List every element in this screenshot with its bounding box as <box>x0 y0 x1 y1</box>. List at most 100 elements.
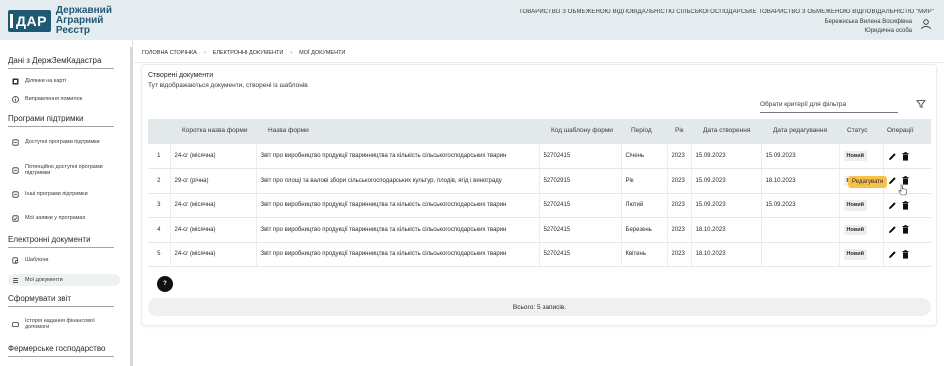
col-number <box>148 119 170 144</box>
delete-trash-icon[interactable] <box>902 249 909 259</box>
table-row[interactable]: 5 24-сг (місячна) Звіт про виробництво про… <box>148 242 931 267</box>
cell-period: Січень <box>620 144 667 169</box>
search-document-icon <box>11 256 19 264</box>
col-edited[interactable]: Дата редагування <box>761 119 839 144</box>
col-status[interactable]: Статус <box>839 119 883 144</box>
sidebar-item-label: Історія надання фінансової допомоги <box>25 318 95 330</box>
organization-name: ТОВАРИСТВО З ОБМЕЖЕНОЮ ВІДПОВІДАЛЬНІСТЮ … <box>518 9 934 15</box>
sidebar-item-fix-errors[interactable]: Виправлення помилок <box>8 95 120 103</box>
breadcrumb-separator: › <box>290 50 293 56</box>
sidebar-item-potential-programs[interactable]: Потенційно доступні програми підтримки <box>8 164 120 176</box>
col-created[interactable]: Дата створення <box>691 119 761 144</box>
cell-template-code: 52702915 <box>538 168 621 193</box>
cell-created: 15.09.2023 <box>690 168 761 193</box>
sidebar-item-my-applications[interactable]: Мої заявки у програмах <box>8 214 120 222</box>
table-row[interactable]: 4 24-сг (місячна) Звіт про виробництво про… <box>148 217 931 242</box>
cell-status: Новий <box>838 144 883 169</box>
delete-trash-icon[interactable] <box>902 151 909 161</box>
breadcrumb: ГОЛОВНА СТОРІНКА › ЕЛЕКТРОННІ ДОКУМЕНТИ … <box>142 50 345 56</box>
sidebar-item-financial-help-history[interactable]: Історія надання фінансової допомоги <box>8 318 120 330</box>
page-title: Створені документи <box>148 72 214 79</box>
sidebar-section-dzk[interactable]: Дані з ДержЗемКадастра <box>8 56 101 65</box>
breadcrumb-edocs[interactable]: ЕЛЕКТРОННІ ДОКУМЕНТИ <box>213 50 284 56</box>
cell-operations <box>882 193 931 218</box>
col-operations: Операції <box>887 127 914 135</box>
wallet-icon <box>11 320 19 328</box>
cell-form-name: Звіт про виробництво продукції тваринниц… <box>255 193 539 218</box>
cell-year: 2023 <box>666 144 691 169</box>
col-period[interactable]: Період <box>621 119 667 144</box>
cell-edited <box>760 217 839 242</box>
filter-icon[interactable] <box>916 99 926 109</box>
cell-short-name: 24-сг (місячна) <box>169 193 256 218</box>
breadcrumb-my-docs: МОЇ ДОКУМЕНТИ <box>299 50 346 56</box>
row-number: 4 <box>157 226 161 233</box>
sidebar-section-edocs[interactable]: Електронні документи <box>8 235 91 244</box>
cell-edited: 18.10.2023 <box>760 168 839 193</box>
filter-input[interactable]: Обрати критерії для фільтра <box>760 101 898 113</box>
col-form-name[interactable]: Назва форми <box>256 119 539 144</box>
status-badge: Новий <box>843 224 867 235</box>
divider <box>8 126 114 127</box>
cell-period: Квітень <box>620 242 667 267</box>
sidebar-section-farm[interactable]: Фермерське господарство <box>8 344 105 353</box>
help-button[interactable]: ? <box>157 276 173 292</box>
sidebar-item-my-documents[interactable]: Мої документи <box>8 274 120 286</box>
cell-template-code: 52702415 <box>538 217 621 242</box>
page-subtitle: Тут відображаються документи, створені і… <box>148 82 308 89</box>
table-header-row: Коротка назва форми Назва форми Код шабл… <box>148 119 931 144</box>
edit-pencil-icon[interactable] <box>888 250 897 259</box>
table-row[interactable]: 3 24-сг (місячна) Звіт про виробництво про… <box>148 193 931 218</box>
app-logo[interactable]: ДАР Державний Аграрний Реєстр <box>8 6 112 36</box>
cell-period: Лютий <box>620 193 667 218</box>
edit-pencil-icon[interactable] <box>888 225 897 234</box>
cell-period: Березень <box>620 217 667 242</box>
breadcrumb-home[interactable]: ГОЛОВНА СТОРІНКА <box>142 50 197 56</box>
cell-period: Рік <box>620 168 667 193</box>
delete-trash-icon[interactable] <box>902 225 909 234</box>
cell-template-code: 52702415 <box>538 193 621 218</box>
logo-abbr: ДАР <box>16 13 47 29</box>
cell-created: 15.09.2023 <box>690 193 761 218</box>
row-number: 3 <box>157 202 161 208</box>
edit-pencil-icon[interactable] <box>888 152 897 161</box>
divider <box>8 306 114 307</box>
user-name: Бережнська Вилена Восифівна <box>824 19 912 25</box>
edit-pencil-icon[interactable] <box>888 201 897 210</box>
col-template-code[interactable]: Код шаблону форми <box>539 119 621 144</box>
cell-created: 18.10.2023 <box>690 217 761 242</box>
table-row[interactable]: 2 29-сг (річна) Звіт про площі та валові з… <box>148 168 931 193</box>
sidebar-item-other-programs[interactable]: Інші програми підтримки <box>8 190 120 198</box>
table-row[interactable]: 1 24-сг (місячна) Звіт про виробництво про… <box>148 144 931 169</box>
cell-short-name: 24-сг (місячна) <box>169 242 256 267</box>
info-icon <box>11 95 19 103</box>
cell-edited: 15.09.2023 <box>760 144 839 169</box>
sidebar-section-support[interactable]: Програми підтримки <box>8 114 83 123</box>
logo-text: Державний Аграрний Реєстр <box>56 6 112 36</box>
document-icon <box>11 166 19 174</box>
sidebar-section-report[interactable]: Сформувати звіт <box>8 294 71 303</box>
sidebar-item-label: Ділянки на карті <box>25 78 67 84</box>
cell-created: 15.09.2023 <box>690 144 761 169</box>
sidebar-scrollbar[interactable] <box>130 47 133 366</box>
cell-year: 2023 <box>666 168 691 193</box>
sidebar-item-label: Виправлення помилок <box>25 96 83 102</box>
divider <box>8 356 114 357</box>
cell-created: 18.10.2023 <box>690 242 761 267</box>
edit-pencil-icon[interactable] <box>888 176 897 185</box>
row-number: 2 <box>157 177 161 184</box>
col-year[interactable]: Рік <box>667 119 691 144</box>
delete-trash-icon[interactable] <box>902 200 909 210</box>
cell-year: 2023 <box>666 217 691 242</box>
sidebar-item-label: Доступні програми підтримки <box>25 139 100 145</box>
col-short-name[interactable]: Коротка назва форми <box>170 119 256 144</box>
sidebar-item-templates[interactable]: Шаблони <box>8 256 120 264</box>
sidebar-item-available-programs[interactable]: Доступні програми підтримки <box>8 138 120 146</box>
sidebar-item-plots-on-map[interactable]: Ділянки на карті <box>8 77 120 85</box>
divider <box>134 62 944 63</box>
cell-form-name: Звіт про виробництво продукції тваринниц… <box>255 217 539 242</box>
user-role: Юридична особа <box>864 28 912 34</box>
user-icon[interactable] <box>920 18 932 30</box>
cell-operations <box>882 217 931 242</box>
total-records: Всього: 5 записів. <box>148 298 931 316</box>
